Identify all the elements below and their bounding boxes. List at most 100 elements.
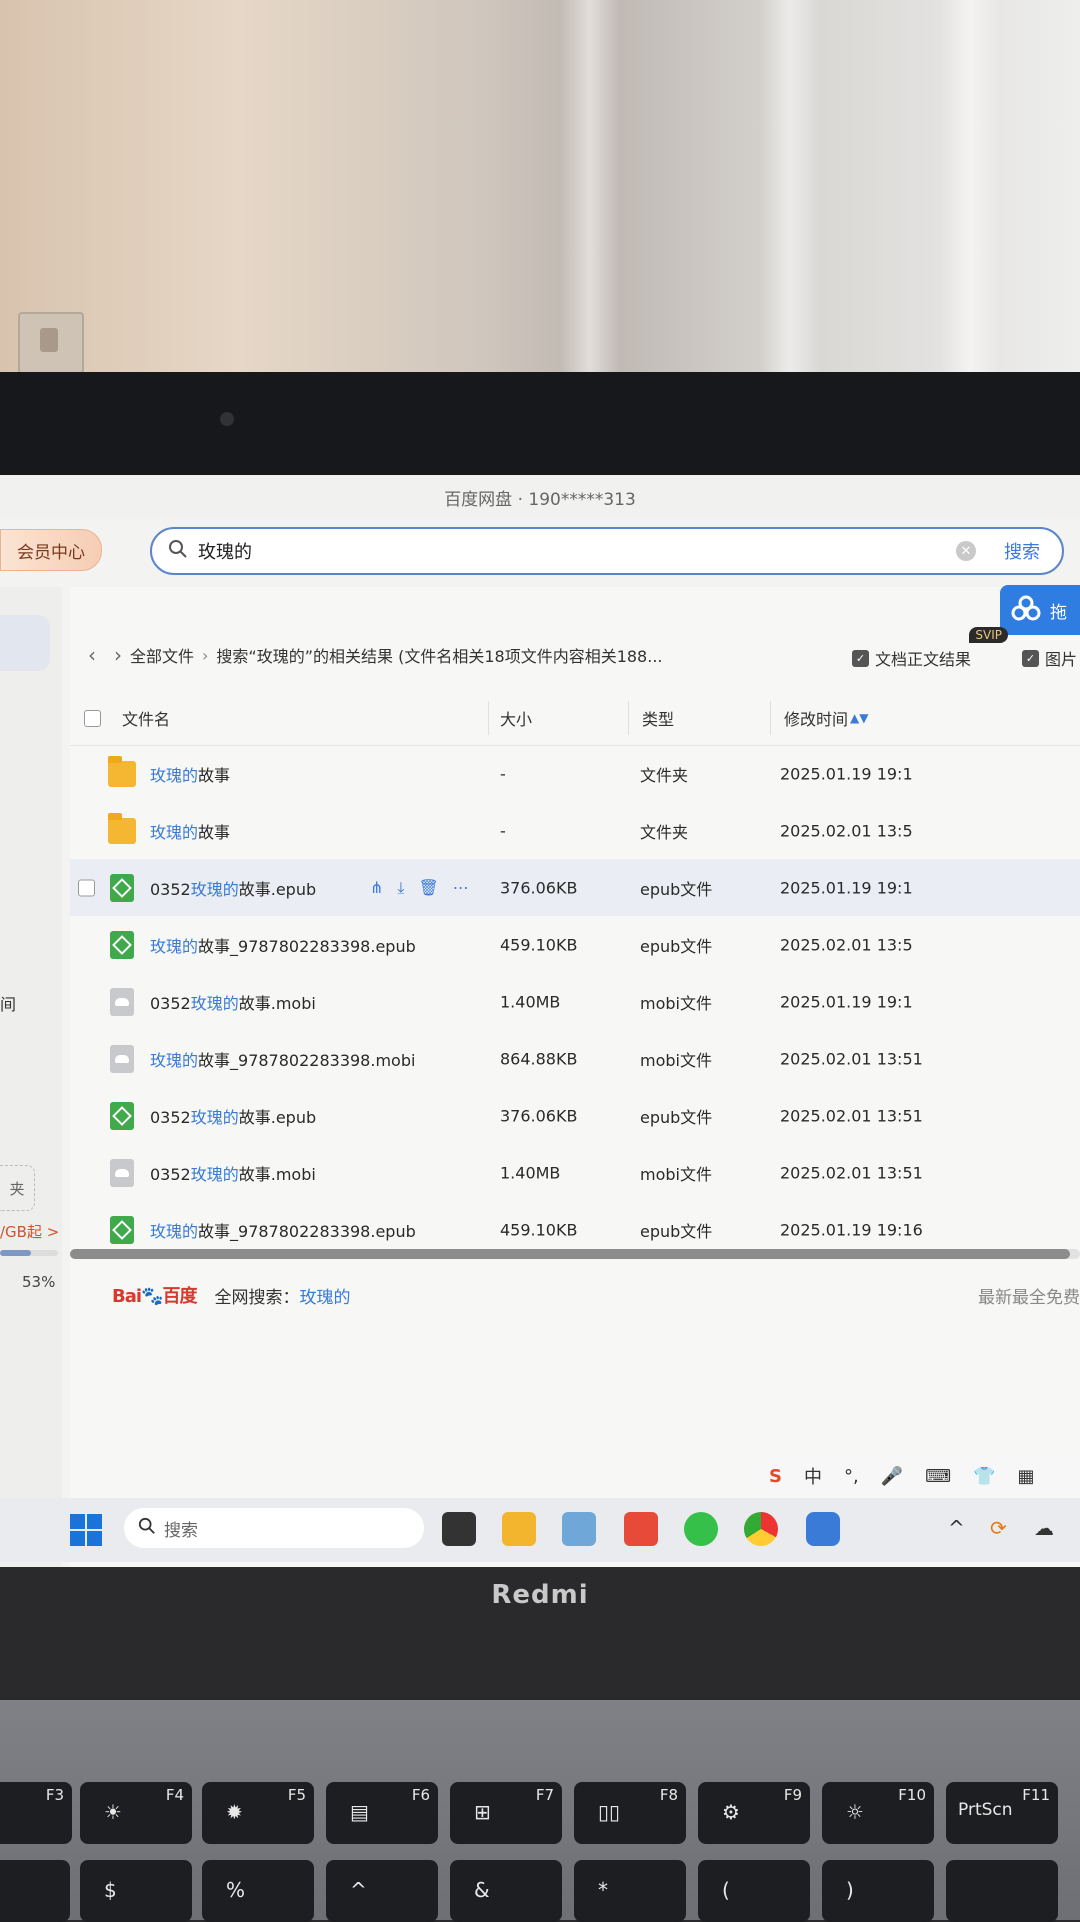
key-minus[interactable] — [946, 1860, 1058, 1922]
table-row[interactable]: 玫瑰的故事_9787802283398.mobi 864.88KB mobi文件 20… — [70, 1030, 1080, 1087]
clear-icon[interactable]: ✕ — [956, 541, 976, 561]
delete-icon[interactable]: 🗑 — [418, 878, 438, 898]
file-size: - — [500, 764, 506, 783]
key-f10[interactable]: ☼ F10 — [822, 1782, 934, 1844]
back-arrow-icon[interactable]: ‹ — [88, 643, 96, 667]
fulltext-option[interactable]: ✓ 文档正文结果 — [852, 646, 971, 670]
file-name: 0352玫瑰的故事.mobi — [150, 1161, 316, 1185]
file-name-cell[interactable]: 玫瑰的故事 — [108, 755, 230, 789]
column-divider[interactable] — [770, 701, 771, 735]
vip-center-button[interactable]: 会员中心 — [0, 529, 102, 571]
file-name-cell[interactable]: 玫瑰的故事_9787802283398.epub — [108, 1215, 416, 1245]
column-type[interactable]: 类型 — [642, 706, 674, 730]
key-f4[interactable]: ☀ F4 — [80, 1782, 192, 1844]
more-icon[interactable]: ⋯ — [453, 878, 469, 898]
tray-chevron-up-icon[interactable]: ^ — [948, 1516, 965, 1540]
column-size[interactable]: 大小 — [500, 706, 532, 730]
forward-arrow-icon[interactable]: › — [114, 643, 122, 667]
table-row[interactable]: 玫瑰的故事 - 文件夹 2025.01.19 19:1 — [70, 745, 1080, 802]
key-f3[interactable]: F3 — [0, 1782, 72, 1844]
file-name-prefix: 0352 — [150, 1164, 191, 1184]
microphone-icon[interactable]: 🎤 — [881, 1466, 903, 1487]
search-input[interactable] — [196, 539, 956, 563]
punctuation-icon[interactable]: °, — [844, 1466, 859, 1487]
file-name-cell[interactable]: 0352玫瑰的故事.epub — [108, 1101, 316, 1131]
table-row[interactable]: 0352玫瑰的故事.epub ⋔ ⤓ 🗑 ⋯ 376.06KB epub文件 2025.01.… — [70, 859, 1080, 916]
search-bar[interactable]: ✕ 搜索 — [150, 527, 1064, 575]
sogou-logo-icon[interactable]: S — [769, 1466, 782, 1487]
key-9[interactable]: ( — [698, 1860, 810, 1922]
key-0[interactable]: ) — [822, 1860, 934, 1922]
column-divider[interactable] — [628, 701, 629, 735]
key-f7[interactable]: ⊞ F7 — [450, 1782, 562, 1844]
baidu-netdisk-icon[interactable] — [806, 1512, 840, 1546]
taskbar-search[interactable]: 搜索 — [124, 1508, 424, 1548]
search-button[interactable]: 搜索 — [1004, 538, 1040, 564]
drag-upload-button[interactable]: 拖 — [1000, 585, 1080, 635]
windows-start-icon[interactable] — [70, 1514, 102, 1546]
column-modified[interactable]: 修改时间 — [784, 706, 848, 730]
chrome-icon[interactable] — [744, 1512, 778, 1546]
table-row[interactable]: 玫瑰的故事 - 文件夹 2025.02.01 13:5 — [70, 802, 1080, 859]
table-row[interactable]: 0352玫瑰的故事.mobi 1.40MB mobi文件 2025.01.19 19:… — [70, 973, 1080, 1030]
file-modified: 2025.02.01 13:5 — [780, 935, 913, 954]
wps-icon[interactable] — [624, 1512, 658, 1546]
storage-upgrade-link[interactable]: /GB起 > — [0, 1221, 59, 1242]
keyboard-icon[interactable]: ⌨ — [925, 1466, 951, 1487]
web-search-promo[interactable]: 最新最全免费 — [978, 1283, 1080, 1308]
tray-sync-icon[interactable]: ⟳ — [990, 1516, 1007, 1540]
sidebar-item-active[interactable] — [0, 615, 50, 671]
sidebar-item-time[interactable]: 间 — [0, 991, 16, 1015]
key-f9[interactable]: ⚙ F9 — [698, 1782, 810, 1844]
key-hash[interactable] — [0, 1860, 70, 1922]
file-name-cell[interactable]: 玫瑰的故事_9787802283398.epub — [108, 930, 416, 960]
file-name-cell[interactable]: 0352玫瑰的故事.mobi — [108, 1158, 316, 1188]
ime-language[interactable]: 中 — [804, 1463, 822, 1489]
key-7[interactable]: & — [450, 1860, 562, 1922]
curtain-fold — [560, 0, 620, 380]
images-checkbox[interactable]: ✓ — [1022, 649, 1039, 667]
file-name-cell[interactable]: 0352玫瑰的故事.epub — [108, 873, 316, 903]
column-name[interactable]: 文件名 — [122, 706, 170, 730]
tray-cloud-icon[interactable]: ☁ — [1034, 1516, 1054, 1540]
table-row[interactable]: 玫瑰的故事_9787802283398.epub 459.10KB epub文件 20… — [70, 916, 1080, 973]
file-name: 玫瑰的故事 — [150, 819, 230, 843]
file-name: 玫瑰的故事_9787802283398.epub — [150, 1218, 416, 1242]
row-checkbox[interactable] — [78, 879, 95, 896]
web-search-label: 全网搜索： — [214, 1287, 300, 1308]
sidebar-new-folder[interactable]: 夹 — [0, 1165, 35, 1211]
bilibili-icon[interactable] — [562, 1512, 596, 1546]
skin-icon[interactable]: 👕 — [973, 1466, 995, 1487]
download-icon[interactable]: ⤓ — [397, 878, 404, 898]
table-row[interactable]: 0352玫瑰的故事.mobi 1.40MB mobi文件 2025.02.01 13:… — [70, 1144, 1080, 1201]
file-name-cell[interactable]: 玫瑰的故事 — [108, 812, 230, 846]
toolbox-icon[interactable]: ▦ — [1018, 1466, 1035, 1487]
column-divider[interactable] — [488, 701, 489, 735]
table-row[interactable]: 0352玫瑰的故事.epub 376.06KB epub文件 2025.02.01 1… — [70, 1087, 1080, 1144]
key-f6[interactable]: ▤ F6 — [326, 1782, 438, 1844]
select-all-checkbox[interactable] — [84, 709, 101, 727]
horizontal-scrollbar[interactable] — [70, 1249, 1080, 1259]
key-f8[interactable]: ▯▯ F8 — [574, 1782, 686, 1844]
file-name-prefix: 0352 — [150, 879, 191, 899]
wechat-icon[interactable] — [684, 1512, 718, 1546]
breadcrumb-root[interactable]: 全部文件 — [130, 643, 194, 667]
fulltext-checkbox[interactable]: ✓ — [852, 649, 869, 667]
file-name-cell[interactable]: 玫瑰的故事_9787802283398.mobi — [108, 1044, 415, 1074]
share-icon[interactable]: ⋔ — [370, 878, 383, 898]
key-f11[interactable]: PrtScn F11 — [946, 1782, 1058, 1844]
file-name-cell[interactable]: 0352玫瑰的故事.mobi — [108, 987, 316, 1017]
sort-icon[interactable]: ▲▼ — [850, 711, 868, 725]
key-8[interactable]: * — [574, 1860, 686, 1922]
web-search-query-link[interactable]: 玫瑰的 — [299, 1283, 350, 1308]
key-5[interactable]: % — [202, 1860, 314, 1922]
task-view-icon[interactable] — [442, 1512, 476, 1546]
file-explorer-icon[interactable] — [502, 1512, 536, 1546]
file-name-prefix: 0352 — [150, 993, 191, 1013]
key-f5[interactable]: ✹ F5 — [202, 1782, 314, 1844]
key-4[interactable]: $ — [80, 1860, 192, 1922]
key-6[interactable]: ^ — [326, 1860, 438, 1922]
screen-icon: ⊞ — [474, 1800, 491, 1824]
file-list-panel: 拖 SVIP ‹ › 全部文件 › 搜索“玫瑰的”的相关结果 (文件名相关18项… — [70, 585, 1080, 1567]
images-option[interactable]: ✓ 图片 — [1022, 646, 1077, 670]
